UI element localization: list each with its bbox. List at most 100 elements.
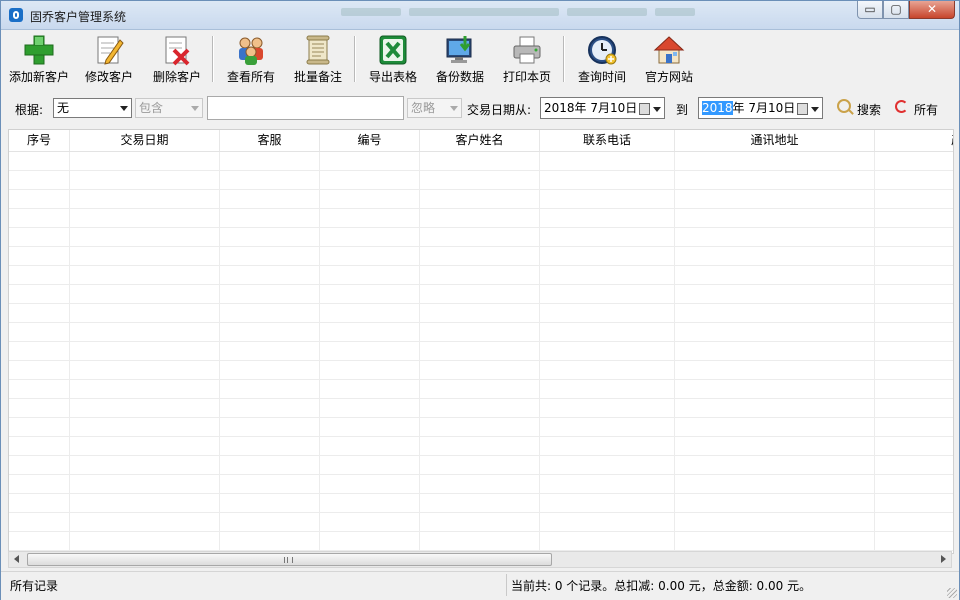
horizontal-scrollbar[interactable] bbox=[8, 551, 952, 568]
window-title: 固乔客户管理系统 bbox=[30, 10, 127, 24]
print-page-label: 打印本页 bbox=[502, 70, 551, 84]
chevron-down-icon bbox=[653, 107, 661, 112]
clock-icon bbox=[585, 34, 619, 66]
close-icon: ✕ bbox=[926, 2, 938, 16]
batch-note-label: 批量备注 bbox=[293, 70, 342, 84]
date-to-picker[interactable]: 2018年 7月10日 bbox=[698, 97, 823, 119]
delete-customer-icon bbox=[160, 34, 194, 66]
view-all-button[interactable]: 查看所有 bbox=[223, 34, 279, 84]
chevron-down-icon bbox=[450, 106, 458, 111]
column-divider bbox=[319, 152, 320, 552]
match-mode-value: 包含 bbox=[139, 101, 164, 115]
column-divider bbox=[874, 152, 875, 552]
app-window: 固乔客户管理系统 ▭ ▢ ✕ 添加新客户 修改客户 删除客户 查看所有 批量备注… bbox=[0, 0, 960, 600]
search-button-label: 搜索 bbox=[857, 103, 882, 117]
app-logo-icon bbox=[9, 8, 23, 22]
toolbar-separator bbox=[212, 36, 214, 82]
backup-icon bbox=[443, 34, 477, 66]
search-button[interactable]: 搜索 bbox=[833, 95, 885, 121]
delete-customer-label: 删除客户 bbox=[152, 70, 201, 84]
scrollbar-thumb[interactable] bbox=[27, 553, 552, 566]
toolbar: 添加新客户 修改客户 删除客户 查看所有 批量备注 导出表格 备份数据 打印本页… bbox=[1, 30, 959, 88]
column-header-index[interactable]: 序号 bbox=[9, 130, 70, 151]
date-to-value: 年 7月10日 bbox=[732, 101, 796, 115]
title-bar[interactable]: 固乔客户管理系统 ▭ ▢ ✕ bbox=[1, 1, 959, 30]
status-divider bbox=[506, 574, 507, 596]
excel-export-icon bbox=[376, 34, 410, 66]
edit-customer-button[interactable]: 修改客户 bbox=[81, 34, 137, 84]
ignore-case-value: 忽略 bbox=[411, 101, 436, 115]
add-customer-icon bbox=[22, 34, 56, 66]
column-divider bbox=[539, 152, 540, 552]
column-header-phone[interactable]: 联系电话 bbox=[540, 130, 675, 151]
official-website-button[interactable]: 官方网站 bbox=[641, 34, 697, 84]
export-excel-label: 导出表格 bbox=[368, 70, 417, 84]
edit-customer-icon bbox=[92, 34, 126, 66]
basis-value: 无 bbox=[57, 101, 70, 115]
minimize-icon: ▭ bbox=[864, 2, 876, 16]
basis-label: 根据: bbox=[15, 103, 44, 117]
view-all-icon bbox=[234, 34, 268, 66]
maximize-button[interactable]: ▢ bbox=[883, 1, 909, 19]
backup-button[interactable]: 备份数据 bbox=[432, 34, 488, 84]
query-time-label: 查询时间 bbox=[577, 70, 626, 84]
query-time-button[interactable]: 查询时间 bbox=[574, 34, 630, 84]
home-icon bbox=[652, 34, 686, 66]
column-header-address[interactable]: 通讯地址 bbox=[675, 130, 875, 151]
scroll-right-arrow-icon[interactable] bbox=[941, 555, 946, 563]
column-divider bbox=[69, 152, 70, 552]
date-from-value: 2018年 7月10日 bbox=[544, 101, 638, 115]
delete-customer-button[interactable]: 删除客户 bbox=[149, 34, 205, 84]
customer-table[interactable]: 序号 交易日期 客服 编号 客户姓名 联系电话 通讯地址 产 bbox=[8, 129, 954, 554]
basis-select[interactable]: 无 bbox=[53, 98, 132, 118]
filter-bar: 根据: 无 包含 忽略 交易日期从: 2018年 7月10日 到 2018年 7… bbox=[1, 93, 959, 123]
ignore-case-select[interactable]: 忽略 bbox=[407, 98, 462, 118]
search-icon bbox=[837, 99, 851, 113]
chevron-down-icon bbox=[120, 106, 128, 111]
scroll-left-arrow-icon[interactable] bbox=[14, 555, 19, 563]
status-summary-text: 当前共: 0 个记录。总扣减: 0.00 元，总金额: 0.00 元。 bbox=[511, 579, 812, 593]
add-customer-button[interactable]: 添加新客户 bbox=[6, 34, 72, 84]
date-to-selected-year: 2018 bbox=[702, 101, 733, 115]
batch-note-button[interactable]: 批量备注 bbox=[290, 34, 346, 84]
batch-note-icon bbox=[301, 34, 335, 66]
export-excel-button[interactable]: 导出表格 bbox=[365, 34, 421, 84]
grip-icon bbox=[284, 557, 293, 563]
date-from-picker[interactable]: 2018年 7月10日 bbox=[540, 97, 665, 119]
column-divider bbox=[219, 152, 220, 552]
date-to-label: 到 bbox=[676, 103, 689, 117]
table-body[interactable] bbox=[9, 152, 953, 552]
official-website-label: 官方网站 bbox=[644, 70, 693, 84]
column-divider bbox=[419, 152, 420, 552]
view-all-label: 查看所有 bbox=[226, 70, 275, 84]
date-from-label: 交易日期从: bbox=[467, 103, 532, 117]
close-button[interactable]: ✕ bbox=[909, 1, 955, 19]
background-window-ghost bbox=[341, 5, 741, 25]
toolbar-separator bbox=[354, 36, 356, 82]
column-header-date[interactable]: 交易日期 bbox=[70, 130, 220, 151]
add-customer-label: 添加新客户 bbox=[8, 70, 69, 84]
column-header-customer-name[interactable]: 客户姓名 bbox=[420, 130, 540, 151]
status-bar: 所有记录 当前共: 0 个记录。总扣减: 0.00 元，总金额: 0.00 元。 bbox=[1, 571, 959, 600]
calendar-icon bbox=[797, 103, 808, 115]
table-header: 序号 交易日期 客服 编号 客户姓名 联系电话 通讯地址 产 bbox=[9, 130, 953, 152]
chevron-down-icon bbox=[811, 107, 819, 112]
window-controls: ▭ ▢ ✕ bbox=[857, 1, 955, 21]
column-header-agent[interactable]: 客服 bbox=[220, 130, 320, 151]
printer-icon bbox=[510, 34, 544, 66]
minimize-button[interactable]: ▭ bbox=[857, 1, 883, 19]
column-header-number[interactable]: 编号 bbox=[320, 130, 420, 151]
maximize-icon: ▢ bbox=[890, 2, 902, 16]
edit-customer-label: 修改客户 bbox=[84, 70, 133, 84]
print-page-button[interactable]: 打印本页 bbox=[499, 34, 555, 84]
refresh-icon bbox=[895, 100, 908, 113]
resize-grip-icon[interactable] bbox=[947, 588, 957, 598]
chevron-down-icon bbox=[191, 106, 199, 111]
backup-label: 备份数据 bbox=[435, 70, 484, 84]
search-input[interactable] bbox=[207, 96, 404, 120]
match-mode-select[interactable]: 包含 bbox=[135, 98, 203, 118]
calendar-icon bbox=[639, 103, 650, 115]
show-all-button[interactable]: 所有 bbox=[891, 95, 943, 121]
column-divider bbox=[674, 152, 675, 552]
column-header-product[interactable]: 产 bbox=[875, 130, 953, 151]
